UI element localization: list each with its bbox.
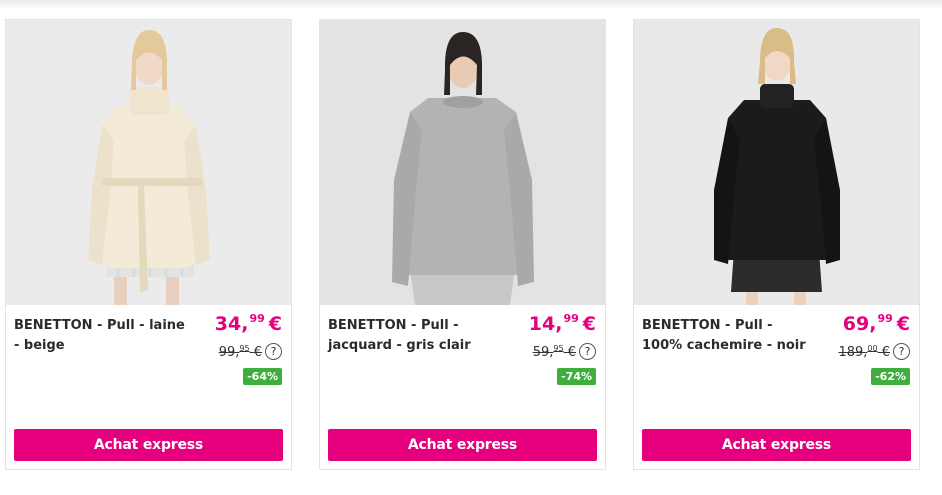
product-card[interactable]: BENETTON - Pull - laine - beige 34,99 € 9… bbox=[5, 19, 292, 470]
current-price: 34,99 € bbox=[214, 312, 282, 335]
original-price: 59,95 € bbox=[532, 344, 576, 360]
price-help-icon[interactable]: ? bbox=[265, 343, 282, 360]
product-title[interactable]: BENETTON - Pull - laine - beige bbox=[14, 316, 186, 356]
top-shadow-bar bbox=[0, 0, 942, 9]
discount-badge: -64% bbox=[243, 368, 282, 385]
product-card[interactable]: BENETTON - Pull - jacquard - gris clair … bbox=[319, 19, 606, 470]
product-title[interactable]: BENETTON - Pull - 100% cachemire - noir bbox=[642, 316, 814, 356]
original-price: 189,00 € bbox=[838, 344, 890, 360]
express-buy-button[interactable]: Achat express bbox=[642, 429, 911, 461]
current-price: 14,99 € bbox=[528, 312, 596, 335]
discount-badge: -74% bbox=[557, 368, 596, 385]
discount-badge: -62% bbox=[871, 368, 910, 385]
product-image[interactable] bbox=[320, 20, 605, 305]
product-card[interactable]: BENETTON - Pull - 100% cachemire - noir … bbox=[633, 19, 920, 470]
product-title[interactable]: BENETTON - Pull - jacquard - gris clair bbox=[328, 316, 500, 356]
price-help-icon[interactable]: ? bbox=[893, 343, 910, 360]
express-buy-button[interactable]: Achat express bbox=[328, 429, 597, 461]
price-help-icon[interactable]: ? bbox=[579, 343, 596, 360]
original-price: 99,95 € bbox=[218, 344, 262, 360]
current-price: 69,99 € bbox=[842, 312, 910, 335]
product-image[interactable] bbox=[6, 20, 291, 305]
express-buy-button[interactable]: Achat express bbox=[14, 429, 283, 461]
product-image[interactable] bbox=[634, 20, 919, 305]
